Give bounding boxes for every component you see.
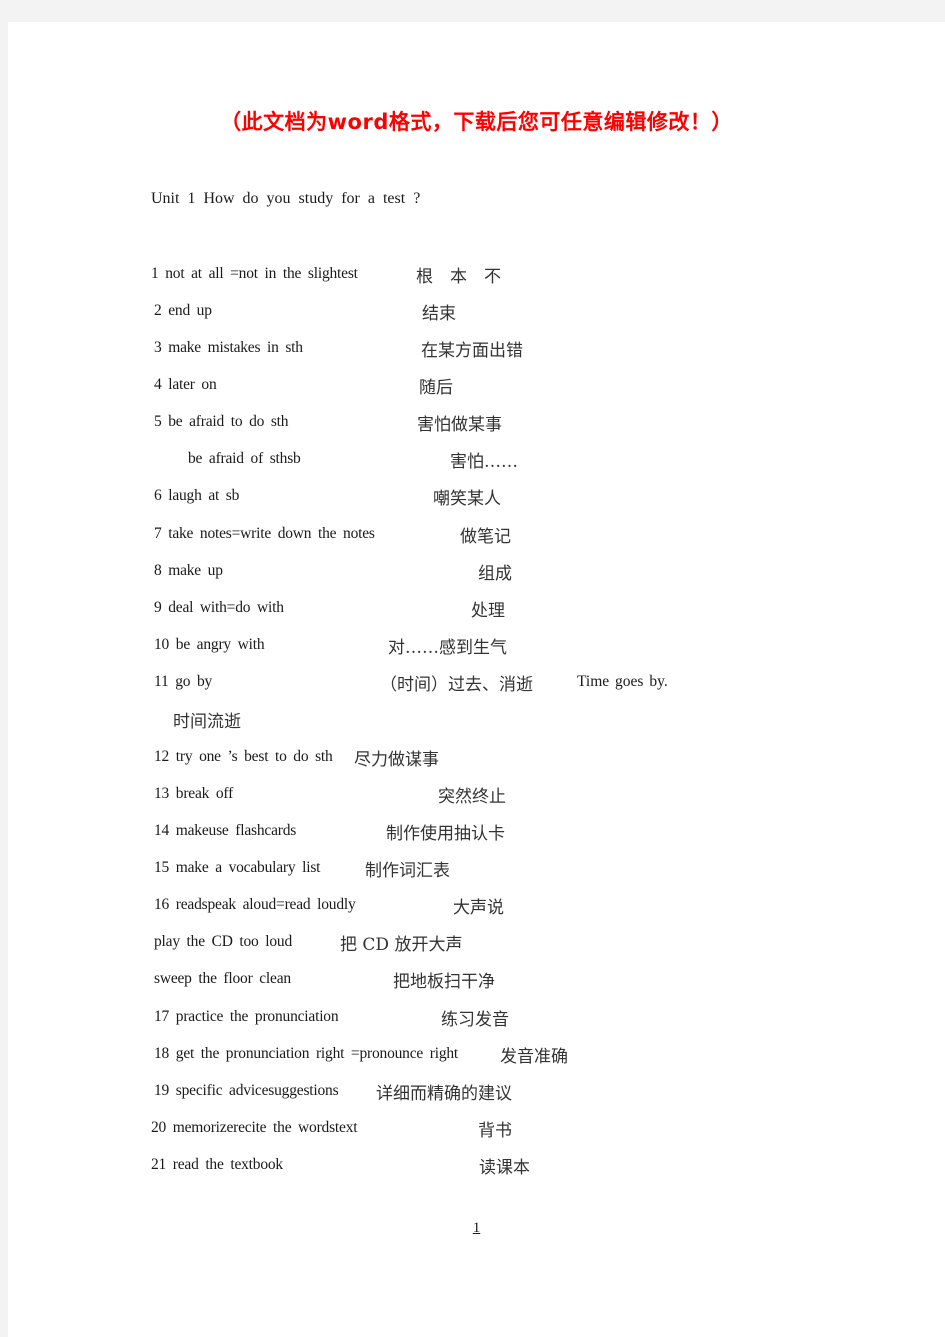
chinese-meaning: 根 本 不: [416, 267, 501, 287]
chinese-meaning: 练习发音: [441, 1010, 509, 1030]
chinese-meaning: 把 CD 放开大声: [340, 935, 463, 955]
chinese-meaning: 大声说: [453, 898, 504, 918]
chinese-meaning: 害怕做某事: [417, 415, 502, 435]
english-phrase: 19 specific advicesuggestions: [154, 1082, 339, 1099]
english-phrase: 9 deal with=do with: [154, 599, 284, 616]
english-phrase: sweep the floor clean: [154, 970, 291, 987]
chinese-meaning: 制作使用抽认卡: [386, 824, 505, 844]
chinese-meaning: 突然终止: [438, 787, 506, 807]
english-phrase: 4 later on: [154, 376, 217, 393]
chinese-meaning: 尽力做谋事: [354, 750, 439, 770]
chinese-meaning: 背书: [478, 1121, 512, 1141]
english-phrase: 2 end up: [154, 302, 212, 319]
chinese-meaning: 害怕……: [450, 452, 518, 472]
chinese-meaning: 对……感到生气: [388, 638, 507, 658]
example-sentence: Time goes by.: [577, 673, 668, 690]
chinese-meaning: 随后: [419, 378, 453, 398]
page-number: 1: [472, 1220, 481, 1236]
chinese-meaning: 组成: [478, 564, 512, 584]
chinese-meaning: 制作词汇表: [365, 861, 450, 881]
editable-notice-banner: （此文档为word格式，下载后您可任意编辑修改！）: [220, 110, 733, 134]
chinese-meaning: 做笔记: [460, 527, 511, 547]
chinese-meaning: 发音准确: [500, 1047, 568, 1067]
unit-title: Unit 1 How do you study for a test ?: [151, 190, 421, 207]
english-phrase: be afraid of sthsb: [188, 450, 301, 467]
english-phrase: 11 go by: [154, 673, 213, 690]
english-phrase: 3 make mistakes in sth: [154, 339, 303, 356]
chinese-meaning: 嘲笑某人: [433, 489, 501, 509]
chinese-meaning: 把地板扫干净: [393, 972, 495, 992]
document-page: （此文档为word格式，下载后您可任意编辑修改！） Unit 1 How do …: [8, 22, 945, 1337]
english-phrase: 17 practice the pronunciation: [154, 1008, 339, 1025]
example-translation: 时间流逝: [173, 712, 241, 732]
chinese-meaning: （时间）过去、消逝: [380, 675, 533, 695]
english-phrase: 6 laugh at sb: [154, 487, 240, 504]
english-phrase: 21 read the textbook: [151, 1156, 283, 1173]
chinese-meaning: 读课本: [479, 1158, 530, 1178]
english-phrase: 20 memorizerecite the wordstext: [151, 1119, 358, 1136]
english-phrase: 5 be afraid to do sth: [154, 413, 289, 430]
chinese-meaning: 结束: [422, 304, 456, 324]
english-phrase: 14 makeuse flashcards: [154, 822, 297, 839]
chinese-meaning: 详细而精确的建议: [376, 1084, 512, 1104]
english-phrase: 1 not at all =not in the slightest: [151, 265, 358, 282]
english-phrase: 15 make a vocabulary list: [154, 859, 321, 876]
english-phrase: 7 take notes=write down the notes: [154, 525, 375, 542]
chinese-meaning: 在某方面出错: [421, 341, 523, 361]
english-phrase: 12 try one ’s best to do sth: [154, 748, 333, 765]
english-phrase: 16 readspeak aloud=read loudly: [154, 896, 356, 913]
english-phrase: play the CD too loud: [154, 933, 293, 950]
english-phrase: 13 break off: [154, 785, 234, 802]
chinese-meaning: 处理: [471, 601, 505, 621]
english-phrase: 18 get the pronunciation right =pronounc…: [154, 1045, 459, 1062]
english-phrase: 10 be angry with: [154, 636, 265, 653]
english-phrase: 8 make up: [154, 562, 223, 579]
